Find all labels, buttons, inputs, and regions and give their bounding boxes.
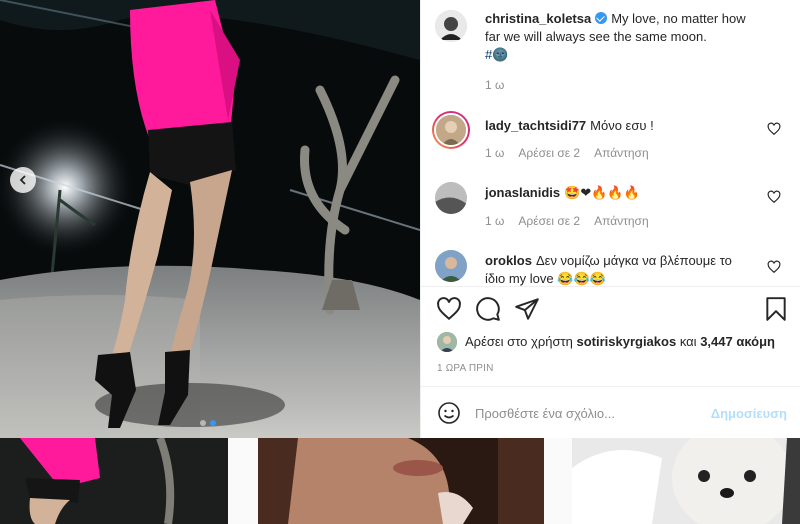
likes-joiner: και (679, 334, 697, 349)
comment-input[interactable] (475, 399, 705, 427)
reply-button[interactable]: Απάντηση (594, 214, 649, 228)
share-icon[interactable] (514, 296, 540, 322)
commenter-avatar[interactable] (435, 250, 467, 282)
comment-text: oroklos Δεν νομίζω μάγκα να βλέπουμε το ί… (485, 252, 755, 286)
carousel-dot (200, 420, 206, 426)
caption-hashtag[interactable]: #🌚 (485, 47, 508, 62)
commenter-username[interactable]: lady_tachtsidi77 (485, 118, 586, 133)
comment-icon[interactable] (475, 296, 501, 322)
like-heart-icon[interactable] (436, 296, 462, 322)
comment-body: 🤩❤🔥🔥🔥 (564, 185, 640, 200)
divider (421, 286, 800, 287)
comment-body: Μόνο εσυ ! (590, 118, 654, 133)
comment-likes[interactable]: Αρέσει σε 2 (518, 146, 580, 160)
commenter-username[interactable]: oroklos (485, 253, 532, 268)
likes-summary: Αρέσει στο χρήστη sotiriskyrgiakos και 3… (437, 332, 797, 352)
grid-thumbnail[interactable] (0, 438, 228, 524)
commenter-username[interactable]: jonaslanidis (485, 185, 560, 200)
bookmark-icon[interactable] (763, 296, 789, 322)
carousel-dots (200, 420, 216, 426)
comment-text: lady_tachtsidi77 Μόνο εσυ ! (485, 117, 755, 135)
post-image[interactable] (0, 0, 420, 438)
author-username[interactable]: christina_koletsa (485, 11, 591, 26)
liker-username[interactable]: sotiriskyrgiakos (576, 334, 676, 349)
verified-icon (595, 12, 608, 24)
grid-thumbnail[interactable] (572, 438, 800, 524)
comment-like-heart-icon[interactable] (767, 190, 781, 204)
liker-avatar[interactable] (437, 332, 457, 352)
comment-meta: 1 ω Αρέσει σε 2 Απάντηση (485, 146, 649, 160)
emoji-icon[interactable] (437, 401, 461, 425)
add-comment-bar: Δημοσίευση (421, 386, 800, 438)
author-avatar[interactable] (435, 10, 467, 42)
comment-like-heart-icon[interactable] (767, 260, 781, 274)
commenter-avatar[interactable] (432, 111, 470, 149)
chevron-left-icon (19, 175, 26, 185)
comment-meta: 1 ω Αρέσει σε 2 Απάντηση (485, 214, 649, 228)
likes-count[interactable]: 3,447 ακόμη (700, 334, 775, 349)
post-actions (421, 288, 800, 332)
grid-thumbnail[interactable] (258, 438, 544, 524)
comment-like-heart-icon[interactable] (767, 122, 781, 136)
commenter-avatar[interactable] (435, 182, 467, 214)
comments-list: christina_koletsa My love, no matter how … (421, 0, 800, 286)
post-sidebar: christina_koletsa My love, no matter how … (420, 0, 800, 438)
previous-photo-button[interactable] (10, 167, 36, 193)
caption-age[interactable]: 1 ω (485, 78, 504, 92)
comment-likes[interactable]: Αρέσει σε 2 (518, 214, 580, 228)
post-timestamp[interactable]: 1 ΩΡΑ ΠΡΙΝ (437, 363, 494, 374)
caption-text: christina_koletsa My love, no matter how … (485, 10, 755, 64)
comment-age[interactable]: 1 ω (485, 146, 504, 160)
more-posts-grid (0, 438, 800, 524)
carousel-dot-active (210, 420, 216, 426)
likes-prefix: Αρέσει στο χρήστη (465, 334, 573, 349)
reply-button[interactable]: Απάντηση (594, 146, 649, 160)
post-comment-button[interactable]: Δημοσίευση (711, 406, 787, 421)
comment-age[interactable]: 1 ω (485, 214, 504, 228)
instagram-post-modal: christina_koletsa My love, no matter how … (0, 0, 800, 524)
caption-meta: 1 ω (485, 78, 504, 92)
post-photo (0, 0, 420, 438)
comment-text: jonaslanidis 🤩❤🔥🔥🔥 (485, 184, 755, 202)
